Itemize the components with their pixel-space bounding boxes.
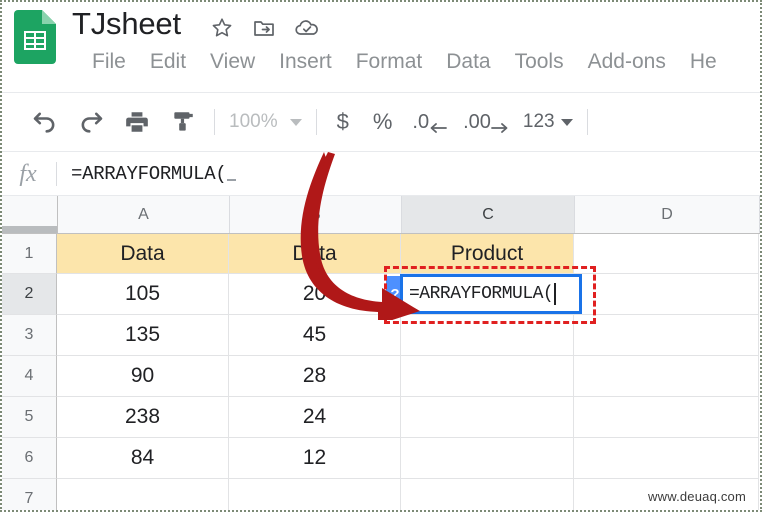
cell-a1[interactable]: Data (57, 234, 229, 274)
text-cursor (554, 283, 557, 305)
cell-d1[interactable] (574, 234, 759, 274)
menu-item-view[interactable]: View (210, 50, 255, 74)
toolbar: 100% $ % .0 .00 123 (0, 93, 762, 220)
percent-format-button[interactable]: % (361, 99, 405, 145)
menu-item-add-ons[interactable]: Add-ons (588, 50, 666, 74)
cell-b7[interactable] (229, 479, 401, 510)
table-row: 2 105 20 (2, 274, 760, 315)
table-row: 4 90 28 (2, 356, 760, 397)
more-formats-button[interactable]: 123 (517, 111, 579, 133)
row-header-4[interactable]: 4 (2, 356, 57, 397)
cell-a4[interactable]: 90 (57, 356, 229, 397)
cell-b5[interactable]: 24 (229, 397, 401, 438)
menu-item-file[interactable]: File (92, 50, 126, 74)
menu-item-edit[interactable]: Edit (150, 50, 186, 74)
column-header-c[interactable]: C (402, 196, 575, 233)
column-header-row: A B C D (2, 196, 760, 234)
cell-d6[interactable] (574, 438, 759, 479)
menu-item-data[interactable]: Data (446, 50, 490, 74)
row-header-3[interactable]: 3 (2, 315, 57, 356)
titlebar: TJsheet File Edit View Insert Format Dat… (0, 0, 762, 92)
column-header-b[interactable]: B (230, 196, 402, 233)
formula-input[interactable]: =ARRAYFORMULA( (57, 163, 762, 185)
menu-item-tools[interactable]: Tools (515, 50, 564, 74)
column-header-d[interactable]: D (575, 196, 760, 233)
grid-body: 1 Data Data Product 2 105 20 3 135 45 4 … (2, 234, 760, 510)
cell-b6[interactable]: 12 (229, 438, 401, 479)
row-header-2[interactable]: 2 (2, 274, 57, 315)
arrow-right-icon (491, 122, 508, 133)
table-row: 1 Data Data Product (2, 234, 760, 274)
active-cell-editor[interactable]: =ARRAYFORMULA( (400, 274, 582, 314)
formula-input-text: =ARRAYFORMULA( (71, 163, 227, 185)
row-header-1[interactable]: 1 (2, 234, 57, 274)
row-header-5[interactable]: 5 (2, 397, 57, 438)
cell-c4[interactable] (401, 356, 574, 397)
chevron-down-icon[interactable] (289, 118, 302, 126)
cell-d4[interactable] (574, 356, 759, 397)
cell-a2[interactable]: 105 (57, 274, 229, 315)
redo-icon[interactable] (68, 99, 114, 145)
title-action-icons (210, 16, 320, 40)
row-header-6[interactable]: 6 (2, 438, 57, 479)
table-row: 3 135 45 (2, 315, 760, 356)
cell-d2[interactable] (574, 274, 759, 315)
decrease-decimal-button[interactable]: .0 (404, 111, 455, 134)
row-header-7[interactable]: 7 (2, 479, 57, 510)
cell-c5[interactable] (401, 397, 574, 438)
fx-icon: fx (19, 160, 37, 187)
cell-c1[interactable]: Product (401, 234, 574, 274)
menu-item-format[interactable]: Format (356, 50, 423, 74)
cell-a7[interactable] (57, 479, 229, 510)
decrease-decimal-label: .0 (412, 110, 430, 133)
cell-c6[interactable] (401, 438, 574, 479)
toolbar-divider-2 (315, 109, 317, 135)
cell-b3[interactable]: 45 (229, 315, 401, 356)
formula-bar: fx =ARRAYFORMULA( (0, 152, 762, 196)
toolbar-divider-3 (586, 109, 588, 135)
zoom-value: 100% (229, 111, 278, 132)
table-row: 6 84 12 (2, 438, 760, 479)
print-icon[interactable] (114, 99, 160, 145)
cell-b2[interactable]: 20 (229, 274, 401, 315)
cell-b4[interactable]: 28 (229, 356, 401, 397)
menu-item-insert[interactable]: Insert (279, 50, 332, 74)
cell-c3[interactable] (401, 315, 574, 356)
active-cell-editor-text: =ARRAYFORMULA( (409, 284, 554, 304)
cell-d5[interactable] (574, 397, 759, 438)
spreadsheet-grid[interactable]: A B C D 1 Data Data Product 2 105 20 3 1… (2, 196, 760, 510)
increase-decimal-button[interactable]: .00 (455, 111, 517, 134)
zoom-control[interactable]: 100% (223, 111, 308, 133)
chevron-down-icon[interactable] (560, 118, 573, 126)
cell-b1[interactable]: Data (229, 234, 401, 274)
toolbar-divider-1 (214, 109, 215, 135)
number-format-label: 123 (522, 111, 555, 132)
move-to-folder-icon[interactable] (252, 16, 276, 40)
star-icon[interactable] (210, 16, 234, 40)
table-row: 5 238 24 (2, 397, 760, 438)
undo-icon[interactable] (22, 99, 68, 145)
menu-item-help[interactable]: He (690, 50, 717, 74)
column-header-a[interactable]: A (58, 196, 230, 233)
menu-bar: File Edit View Insert Format Data Tools … (92, 50, 717, 74)
select-all-corner[interactable] (2, 196, 58, 233)
cell-a5[interactable]: 238 (57, 397, 229, 438)
paint-format-icon[interactable] (160, 99, 206, 145)
cell-a3[interactable]: 135 (57, 315, 229, 356)
cell-d3[interactable] (574, 315, 759, 356)
currency-format-button[interactable]: $ (325, 99, 361, 145)
formula-caret (227, 179, 237, 181)
document-title[interactable]: TJsheet (72, 6, 181, 42)
google-sheets-window: TJsheet File Edit View Insert Format Dat… (0, 0, 762, 512)
arrow-left-icon (430, 122, 448, 133)
cell-c7[interactable] (401, 479, 574, 510)
watermark: www.deuaq.com (648, 489, 746, 504)
increase-decimal-label: .00 (463, 110, 491, 133)
cell-a6[interactable]: 84 (57, 438, 229, 479)
table-row: 7 (2, 479, 760, 510)
google-sheets-logo-icon (14, 10, 56, 64)
cloud-saved-icon[interactable] (294, 16, 320, 40)
